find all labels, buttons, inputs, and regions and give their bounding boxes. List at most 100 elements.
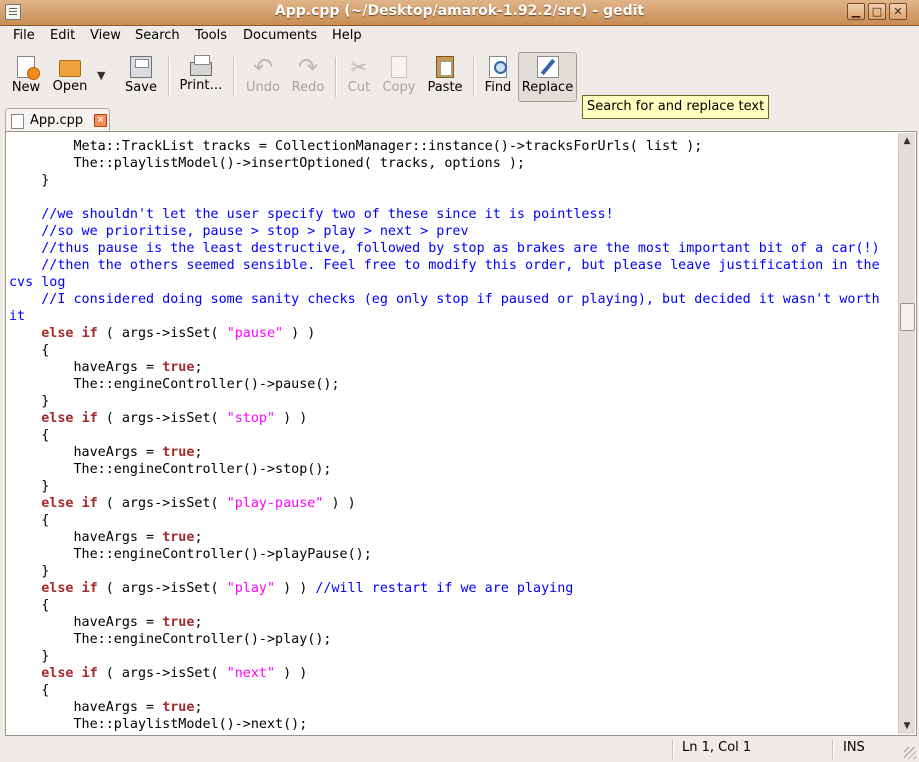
clipboard-paste-icon — [436, 56, 454, 78]
title-bar: App.cpp (~/Desktop/amarok-1.92.2/src) - … — [0, 0, 919, 26]
editor-frame: Meta::TrackList tracks = CollectionManag… — [5, 131, 917, 736]
close-tab-icon[interactable]: × — [94, 114, 107, 127]
menu-file[interactable]: File — [13, 28, 35, 43]
toolbar-separator — [335, 57, 337, 97]
code-line: { — [9, 513, 50, 528]
code-line: //I considered doing some sanity checks … — [9, 292, 880, 307]
close-window-button[interactable]: ✕ — [889, 3, 907, 20]
printer-icon — [190, 55, 212, 76]
replace-label: Replace — [521, 80, 574, 95]
redo-button[interactable]: ↷ Redo — [287, 53, 329, 101]
code-line: } — [9, 394, 50, 409]
undo-label: Undo — [246, 80, 280, 95]
code-line: } — [9, 564, 50, 579]
code-line: else if ( args->isSet( "stop" ) ) — [41, 411, 308, 426]
open-button[interactable]: Open — [48, 53, 92, 101]
scissors-icon: ✂ — [350, 55, 368, 79]
open-label: Open — [52, 79, 88, 94]
code-line: it — [9, 309, 26, 324]
code-line: //we shouldn't let the user specify two … — [9, 207, 614, 222]
minimize-button[interactable]: ▁ — [847, 3, 865, 20]
code-line: } — [9, 479, 50, 494]
code-line: //then the others seemed sensible. Feel … — [9, 258, 880, 273]
resize-grip[interactable] — [904, 747, 916, 759]
window-title: App.cpp (~/Desktop/amarok-1.92.2/src) - … — [274, 3, 645, 19]
find-magnifier-icon — [489, 56, 507, 78]
code-line: haveArgs = true; — [9, 700, 203, 715]
code-editor[interactable]: Meta::TrackList tracks = CollectionManag… — [9, 138, 887, 734]
code-line: else if ( args->isSet( "next" ) ) — [41, 666, 308, 681]
status-separator — [832, 739, 834, 759]
code-line: The::engineController()->stop(); — [9, 462, 332, 477]
status-separator — [672, 739, 674, 759]
replace-pencil-icon — [536, 56, 559, 78]
code-line: haveArgs = true; — [9, 445, 203, 460]
scroll-up-arrow-icon[interactable]: ▲ — [899, 133, 915, 149]
toolbar-separator — [168, 57, 170, 97]
code-line: The::engineController()->playPause(); — [9, 547, 372, 562]
tab-label: App.cpp — [30, 113, 84, 128]
maximize-button[interactable]: □ — [868, 3, 886, 20]
code-line: { — [9, 683, 50, 698]
undo-button[interactable]: ↶ Undo — [242, 53, 284, 101]
menu-bar: File Edit View Search Tools Documents He… — [0, 25, 919, 48]
menu-search[interactable]: Search — [135, 28, 180, 43]
toolbar-separator — [233, 57, 235, 97]
new-label: New — [11, 80, 41, 95]
code-line: //thus pause is the least destructive, f… — [9, 241, 880, 256]
print-label: Print… — [179, 78, 223, 93]
code-line: } — [9, 173, 50, 188]
print-button[interactable]: Print… — [176, 53, 226, 101]
code-line: { — [9, 343, 50, 358]
menu-view[interactable]: View — [90, 28, 121, 43]
status-bar: Ln 1, Col 1 INS — [0, 736, 919, 762]
code-line: The::playlistModel()->next(); — [9, 717, 308, 732]
code-line: haveArgs = true; — [9, 615, 203, 630]
code-line: cvs log — [9, 275, 66, 290]
copy-icon — [391, 56, 407, 78]
save-label: Save — [125, 80, 157, 95]
new-document-icon — [17, 56, 40, 80]
replace-button[interactable]: Replace — [518, 52, 577, 102]
scrollbar-thumb[interactable] — [900, 303, 915, 331]
code-line: haveArgs = true; — [9, 360, 203, 375]
cursor-position: Ln 1, Col 1 — [682, 740, 752, 755]
undo-arrow-icon: ↶ — [252, 53, 274, 81]
text-document-icon — [11, 114, 24, 129]
copy-label: Copy — [382, 80, 416, 95]
cut-button[interactable]: ✂ Cut — [340, 53, 378, 101]
find-label: Find — [484, 80, 512, 95]
code-line: The::playlistModel()->insertOptioned( tr… — [9, 156, 525, 171]
menu-help[interactable]: Help — [332, 28, 362, 43]
paste-button[interactable]: Paste — [424, 53, 466, 101]
code-line: { — [9, 598, 50, 613]
tab-app-cpp[interactable]: App.cpp × — [5, 108, 110, 132]
redo-arrow-icon: ↷ — [297, 53, 319, 81]
save-button[interactable]: Save — [120, 53, 162, 101]
toolbar-separator — [473, 57, 475, 97]
code-line: else if ( args->isSet( "pause" ) ) — [41, 326, 316, 341]
menu-documents[interactable]: Documents — [243, 28, 317, 43]
code-line: else if ( args->isSet( "play" ) ) //will… — [41, 581, 574, 596]
menu-edit[interactable]: Edit — [50, 28, 75, 43]
code-line: else if ( args->isSet( "play-pause" ) ) — [41, 496, 356, 511]
vertical-scrollbar[interactable]: ▲ ▼ — [898, 133, 915, 734]
replace-tooltip: Search for and replace text — [582, 95, 770, 119]
folder-open-icon — [59, 60, 81, 77]
new-button[interactable]: New — [6, 53, 46, 101]
copy-button[interactable]: Copy — [380, 53, 418, 101]
scroll-down-arrow-icon[interactable]: ▼ — [899, 718, 915, 734]
open-recent-dropdown-icon[interactable]: ▼ — [97, 69, 105, 82]
menu-tools[interactable]: Tools — [195, 28, 227, 43]
redo-label: Redo — [291, 80, 325, 95]
insert-mode-indicator: INS — [843, 740, 865, 755]
code-line: { — [9, 428, 50, 443]
code-line: The::engineController()->play(); — [9, 632, 332, 647]
code-line: //so we prioritise, pause > stop > play … — [9, 224, 469, 239]
cut-label: Cut — [347, 80, 371, 95]
code-line: haveArgs = true; — [9, 530, 203, 545]
save-disk-icon — [130, 56, 152, 78]
code-line: } — [9, 649, 50, 664]
find-button[interactable]: Find — [480, 53, 516, 101]
